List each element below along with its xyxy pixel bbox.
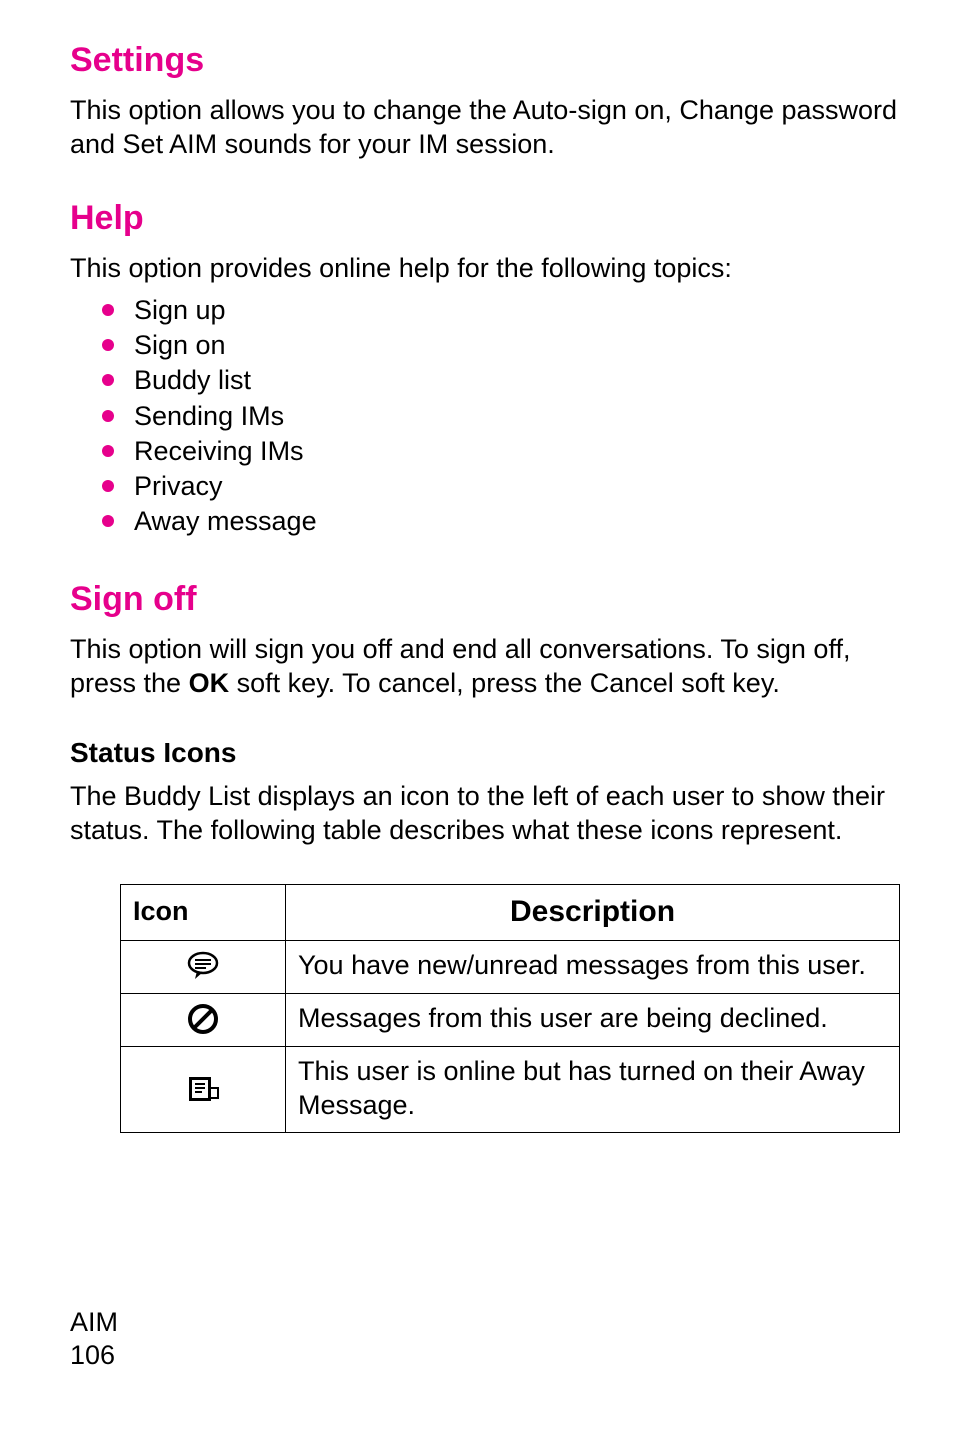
desc-cell: This user is online but has turned on th… — [286, 1046, 900, 1133]
list-item: Privacy — [102, 469, 899, 504]
help-heading: Help — [70, 198, 899, 239]
signoff-heading: Sign off — [70, 579, 899, 620]
signoff-body: This option will sign you off and end al… — [70, 632, 899, 701]
settings-heading: Settings — [70, 40, 899, 81]
signoff-body-post: soft key. To cancel, press the Cancel so… — [229, 668, 780, 698]
list-item: Sending IMs — [102, 399, 899, 434]
table-header-row: Icon Description — [121, 884, 900, 941]
col-icon-header: Icon — [121, 884, 286, 941]
blocked-icon — [133, 1003, 273, 1035]
table-row: Messages from this user are being declin… — [121, 994, 900, 1047]
status-icons-table: Icon Description You have new/unread mes… — [120, 884, 900, 1134]
manual-page: Settings This option allows you to chang… — [0, 0, 954, 1433]
list-item: Receiving IMs — [102, 434, 899, 469]
icon-cell — [121, 941, 286, 994]
footer-label: AIM — [70, 1306, 118, 1340]
list-item: Sign up — [102, 293, 899, 328]
settings-body: This option allows you to change the Aut… — [70, 93, 899, 162]
page-footer: AIM 106 — [70, 1306, 118, 1374]
table-row: This user is online but has turned on th… — [121, 1046, 900, 1133]
list-item: Sign on — [102, 328, 899, 363]
list-item: Buddy list — [102, 363, 899, 398]
away-note-icon — [133, 1073, 273, 1105]
status-icons-intro: The Buddy List displays an icon to the l… — [70, 779, 899, 848]
col-desc-header: Description — [286, 884, 900, 941]
desc-cell: You have new/unread messages from this u… — [286, 941, 900, 994]
list-item: Away message — [102, 504, 899, 539]
help-topics-list: Sign up Sign on Buddy list Sending IMs R… — [102, 293, 899, 539]
signoff-body-bold: OK — [189, 668, 230, 698]
footer-page-number: 106 — [70, 1339, 118, 1373]
icon-cell — [121, 994, 286, 1047]
table-row: You have new/unread messages from this u… — [121, 941, 900, 994]
message-bubble-icon — [133, 951, 273, 981]
icon-cell — [121, 1046, 286, 1133]
status-icons-heading: Status Icons — [70, 737, 899, 769]
desc-cell: Messages from this user are being declin… — [286, 994, 900, 1047]
help-intro: This option provides online help for the… — [70, 251, 899, 286]
